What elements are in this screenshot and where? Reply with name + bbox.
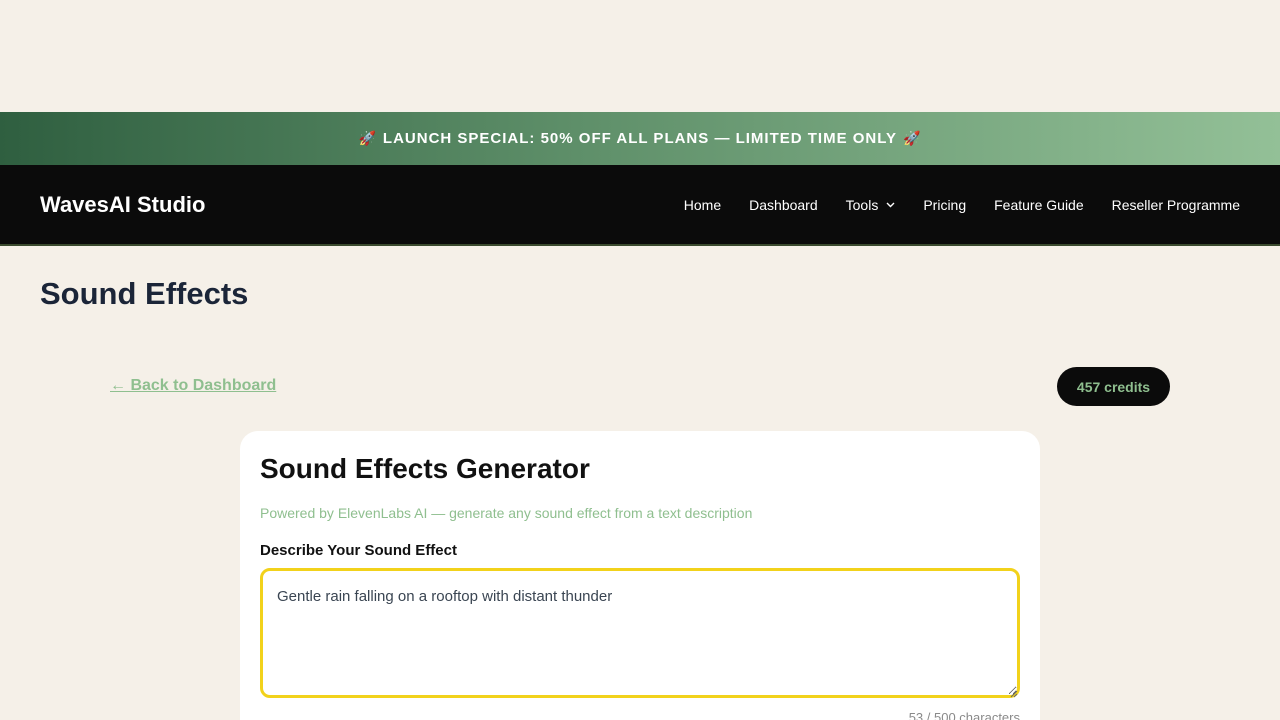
promo-banner-text: LAUNCH SPECIAL: 50% OFF ALL PLANS — LIMI…: [382, 130, 898, 147]
nav-tools[interactable]: Tools: [846, 197, 896, 213]
main-nav: Home Dashboard Tools Pricing Feature Gui…: [656, 165, 1240, 244]
back-to-dashboard-link[interactable]: ← Back to Dashboard: [110, 377, 276, 395]
nav-pricing[interactable]: Pricing: [923, 197, 966, 213]
page-title: Sound Effects: [40, 276, 249, 311]
rocket-icon: 🚀: [358, 130, 377, 146]
rocket-icon: 🚀: [903, 130, 922, 146]
generator-subtitle: Powered by ElevenLabs AI — generate any …: [260, 505, 753, 521]
sound-description-input[interactable]: [260, 568, 1020, 698]
character-count: 53 / 500 characters: [908, 710, 1020, 720]
nav-reseller-programme[interactable]: Reseller Programme: [1112, 197, 1240, 213]
chevron-down-icon: [886, 200, 895, 211]
sound-effects-card: Sound Effects Generator Powered by Eleve…: [240, 431, 1040, 720]
top-navbar: WavesAI Studio Home Dashboard Tools Pric…: [0, 165, 1280, 246]
nav-feature-guide[interactable]: Feature Guide: [994, 197, 1084, 213]
brand-logo[interactable]: WavesAI Studio: [40, 192, 205, 218]
description-label: Describe Your Sound Effect: [260, 542, 457, 559]
nav-dashboard[interactable]: Dashboard: [749, 197, 818, 213]
credits-badge: 457 credits: [1057, 367, 1170, 406]
promo-banner: 🚀 LAUNCH SPECIAL: 50% OFF ALL PLANS — LI…: [0, 112, 1280, 165]
generator-title: Sound Effects Generator: [260, 453, 590, 484]
nav-home[interactable]: Home: [684, 197, 721, 213]
